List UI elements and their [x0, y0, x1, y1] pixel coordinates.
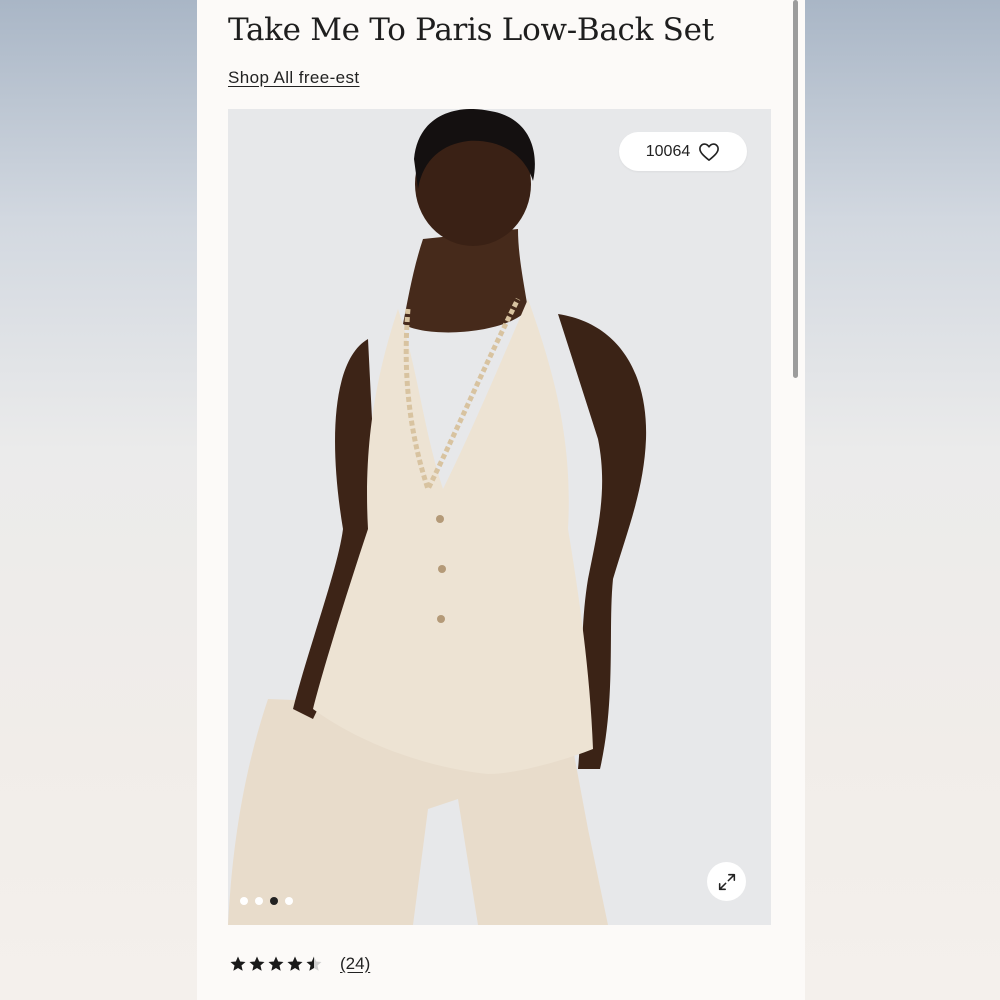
scrollbar-thumb[interactable] — [793, 0, 798, 378]
gallery-dot[interactable] — [285, 897, 293, 905]
heart-icon — [699, 142, 720, 161]
star-icon — [306, 956, 322, 971]
star-icon — [287, 956, 303, 971]
gallery-dot[interactable] — [270, 897, 278, 905]
gallery-dot[interactable] — [240, 897, 248, 905]
expand-image-button[interactable] — [707, 862, 746, 901]
expand-icon — [718, 873, 735, 890]
review-count-link[interactable]: (24) — [340, 954, 370, 974]
gallery-pagination — [240, 897, 293, 905]
wishlist-count: 10064 — [645, 142, 691, 160]
rating-row: (24) — [229, 954, 370, 974]
product-page: Take Me To Paris Low-Back Set Shop All f… — [197, 0, 805, 1000]
gallery-dot[interactable] — [255, 897, 263, 905]
product-title: Take Me To Paris Low-Back Set — [228, 12, 714, 48]
star-icon — [230, 956, 246, 971]
star-icon — [268, 956, 284, 971]
star-rating — [229, 955, 323, 973]
blurred-backdrop-right — [805, 0, 1000, 1000]
product-photo — [228, 109, 771, 925]
shop-all-link[interactable]: Shop All free-est — [228, 68, 360, 88]
star-icon — [249, 956, 265, 971]
blurred-backdrop-left — [0, 0, 197, 1000]
product-image-gallery[interactable]: 10064 — [228, 109, 771, 925]
wishlist-button[interactable]: 10064 — [619, 132, 747, 171]
